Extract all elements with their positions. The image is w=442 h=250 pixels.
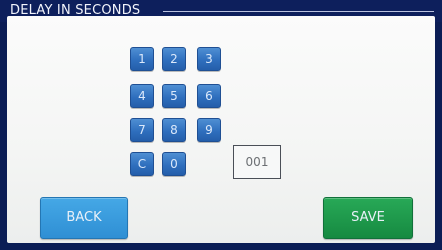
keypad-key-6[interactable]: 6 — [197, 84, 221, 108]
keypad-key-0[interactable]: 0 — [162, 152, 186, 176]
keypad-key-9[interactable]: 9 — [197, 118, 221, 142]
value-display: 001 — [233, 145, 281, 179]
keypad-key-1[interactable]: 1 — [130, 47, 154, 71]
keypad-key-4[interactable]: 4 — [130, 84, 154, 108]
back-button[interactable]: BACK — [40, 197, 128, 239]
save-button[interactable]: SAVE — [323, 197, 413, 239]
keypad-key-3[interactable]: 3 — [197, 47, 221, 71]
keypad-key-7[interactable]: 7 — [130, 118, 154, 142]
keypad-key-clear[interactable]: C — [130, 152, 154, 176]
keypad-key-2[interactable]: 2 — [162, 47, 186, 71]
keypad-key-8[interactable]: 8 — [162, 118, 186, 142]
title-divider — [163, 11, 434, 12]
keypad-key-5[interactable]: 5 — [162, 84, 186, 108]
delay-dialog: DELAY IN SECONDS 1 2 3 4 5 6 7 8 9 C 0 0… — [0, 0, 442, 250]
